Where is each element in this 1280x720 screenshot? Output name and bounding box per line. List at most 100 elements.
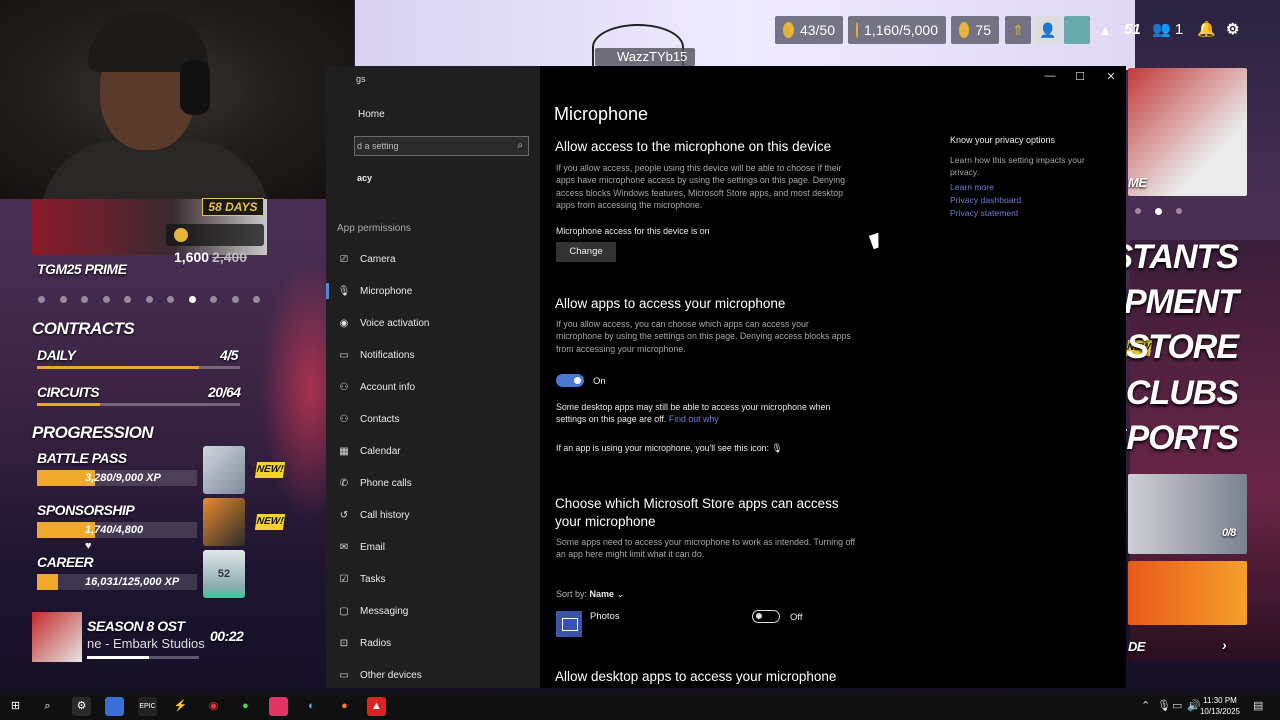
- carousel-dot[interactable]: [81, 296, 88, 303]
- tasks-icon: ☑: [339, 573, 349, 585]
- nav-item-voice-activation[interactable]: ◉ Voice activation: [326, 308, 540, 338]
- daily-progress-bar: [37, 366, 240, 369]
- firefox-icon[interactable]: ●: [335, 697, 354, 716]
- profile-icon[interactable]: 👤: [1034, 16, 1062, 44]
- close-icon[interactable]: ✕: [1104, 70, 1118, 83]
- nav-item-account-info[interactable]: ⚇ Account info: [326, 372, 540, 402]
- rank-icon[interactable]: ⇑: [1005, 16, 1031, 44]
- chevron-up-icon[interactable]: ▲: [1092, 16, 1118, 44]
- sort-by-dropdown[interactable]: Sort by: Name ⌄: [556, 588, 856, 600]
- nav-item-phone-calls[interactable]: ✆ Phone calls: [326, 468, 540, 498]
- carousel-dot[interactable]: [231, 296, 239, 303]
- privacy-statement-link[interactable]: Privacy statement: [950, 208, 1018, 218]
- nav-item-label: Contacts: [360, 413, 400, 425]
- nav-item-radios[interactable]: ⊡ Radios: [326, 628, 540, 658]
- bell-icon[interactable]: 🔔: [1197, 16, 1216, 44]
- carousel-dot[interactable]: [102, 296, 110, 303]
- currency-counter[interactable]: 1,160/5,000: [848, 16, 946, 44]
- daily-label[interactable]: DAILY: [37, 347, 76, 363]
- carousel-dot[interactable]: [145, 296, 153, 303]
- network-icon[interactable]: ▭: [1172, 699, 1182, 712]
- nav-item-camera[interactable]: ⎚ Camera: [326, 244, 540, 274]
- menu-store[interactable]: STORE: [1126, 328, 1239, 367]
- nav-home[interactable]: Home: [358, 109, 385, 120]
- search-icon[interactable]: ⌕: [517, 137, 523, 155]
- avatar[interactable]: [1064, 16, 1090, 44]
- carousel-dot[interactable]: [59, 296, 67, 303]
- nav-item-calendar[interactable]: ▦ Calendar: [326, 436, 540, 466]
- nav-item-contacts[interactable]: ⚇ Contacts: [326, 404, 540, 434]
- carousel-dot[interactable]: [1135, 208, 1141, 214]
- maximize-icon[interactable]: ☐: [1073, 70, 1087, 83]
- section-body-device-access: If you allow access, people using this d…: [556, 163, 846, 211]
- nav-item-microphone[interactable]: 🎙 Microphone: [326, 276, 540, 306]
- microphone-tray-icon[interactable]: 🎙: [1157, 699, 1171, 712]
- carousel-dot-active[interactable]: [188, 296, 196, 303]
- carousel-dot-active[interactable]: [1155, 208, 1162, 215]
- chevron-right-icon[interactable]: ›: [1222, 637, 1227, 653]
- career-rank-badge[interactable]: 52: [203, 550, 245, 598]
- player-username-tag: WazzTYb15: [595, 48, 696, 66]
- app-launcher-icon[interactable]: ⚡: [171, 697, 190, 716]
- window-title: gs: [356, 74, 366, 84]
- nav-item-call-history[interactable]: ↺ Call history: [326, 500, 540, 530]
- sponsorship-label[interactable]: SPONSORSHIP: [37, 502, 135, 518]
- game-icon[interactable]: ▲: [367, 697, 386, 716]
- carousel-dot[interactable]: [210, 296, 217, 303]
- change-button[interactable]: Change: [556, 242, 616, 262]
- notification-center-icon[interactable]: ▤: [1253, 699, 1263, 712]
- app-icon[interactable]: ●: [236, 697, 255, 716]
- epic-games-icon[interactable]: EPIC: [138, 697, 157, 716]
- carousel-dot[interactable]: [1176, 208, 1182, 214]
- chrome-icon[interactable]: [105, 697, 124, 716]
- energy-counter[interactable]: 43/50: [775, 16, 843, 44]
- search-icon[interactable]: ⌕: [38, 697, 57, 716]
- voice-activation-icon: ◉: [339, 317, 349, 329]
- carousel-dots[interactable]: [38, 296, 260, 303]
- taskbar-clock[interactable]: 11:30 PM 10/13/2025: [1196, 695, 1244, 717]
- steam-icon[interactable]: ◐: [302, 697, 321, 716]
- nav-item-label: Tasks: [360, 573, 386, 585]
- minimize-icon[interactable]: —: [1043, 70, 1057, 82]
- menu-clubs[interactable]: CLUBS: [1126, 374, 1239, 413]
- nav-item-notifications[interactable]: ▭ Notifications: [326, 340, 540, 370]
- right-carousel-dots[interactable]: [1135, 208, 1182, 215]
- webcam-overlay: [0, 0, 354, 199]
- sponsorship-thumbnail[interactable]: [203, 498, 245, 546]
- capcut-icon[interactable]: [269, 697, 288, 716]
- carousel-dot[interactable]: [167, 296, 174, 303]
- nav-item-other-devices[interactable]: ▭ Other devices: [326, 660, 540, 688]
- nav-item-tasks[interactable]: ☑ Tasks: [326, 564, 540, 594]
- photos-access-toggle[interactable]: [752, 610, 780, 623]
- carousel-dot[interactable]: [124, 296, 131, 303]
- nav-item-messaging[interactable]: ▢ Messaging: [326, 596, 540, 626]
- learn-more-link[interactable]: Learn more: [950, 182, 994, 192]
- contestants-card[interactable]: [1128, 474, 1247, 554]
- obs-icon[interactable]: ◉: [204, 697, 223, 716]
- bottom-menu-label[interactable]: DE: [1128, 639, 1146, 654]
- battle-pass-thumbnail[interactable]: [203, 446, 245, 494]
- find-out-why-link[interactable]: Find out why: [669, 414, 719, 424]
- nav-item-email[interactable]: ✉ Email: [326, 532, 540, 562]
- microphone-in-use-icon: 🎙: [771, 443, 783, 453]
- coin-counter[interactable]: 75: [951, 16, 999, 44]
- calendar-icon: ▦: [339, 445, 349, 457]
- windows-start-icon[interactable]: ⊞: [6, 697, 25, 716]
- nav-item-label: Messaging: [360, 605, 409, 617]
- contracts-title[interactable]: CONTRACTS: [32, 319, 135, 339]
- circuits-label[interactable]: CIRCUITS: [37, 384, 100, 400]
- career-label[interactable]: CAREER: [37, 554, 94, 570]
- battle-pass-label[interactable]: BATTLE PASS: [37, 450, 127, 466]
- privacy-dashboard-link[interactable]: Privacy dashboard: [950, 195, 1021, 205]
- gear-icon[interactable]: ⚙: [1226, 16, 1239, 44]
- page-title: Microphone: [554, 104, 649, 124]
- settings-app-icon[interactable]: ⚙: [72, 697, 91, 716]
- friends-counter[interactable]: 👥 1: [1152, 16, 1183, 44]
- app-access-toggle[interactable]: [556, 374, 584, 387]
- promo-card[interactable]: [1128, 561, 1247, 625]
- carousel-dot[interactable]: [253, 296, 260, 303]
- photos-toggle-label: Off: [790, 612, 803, 623]
- carousel-dot[interactable]: [38, 296, 45, 303]
- search-input[interactable]: d a setting ⌕: [354, 136, 529, 156]
- chevron-up-icon[interactable]: ⌃: [1141, 699, 1150, 712]
